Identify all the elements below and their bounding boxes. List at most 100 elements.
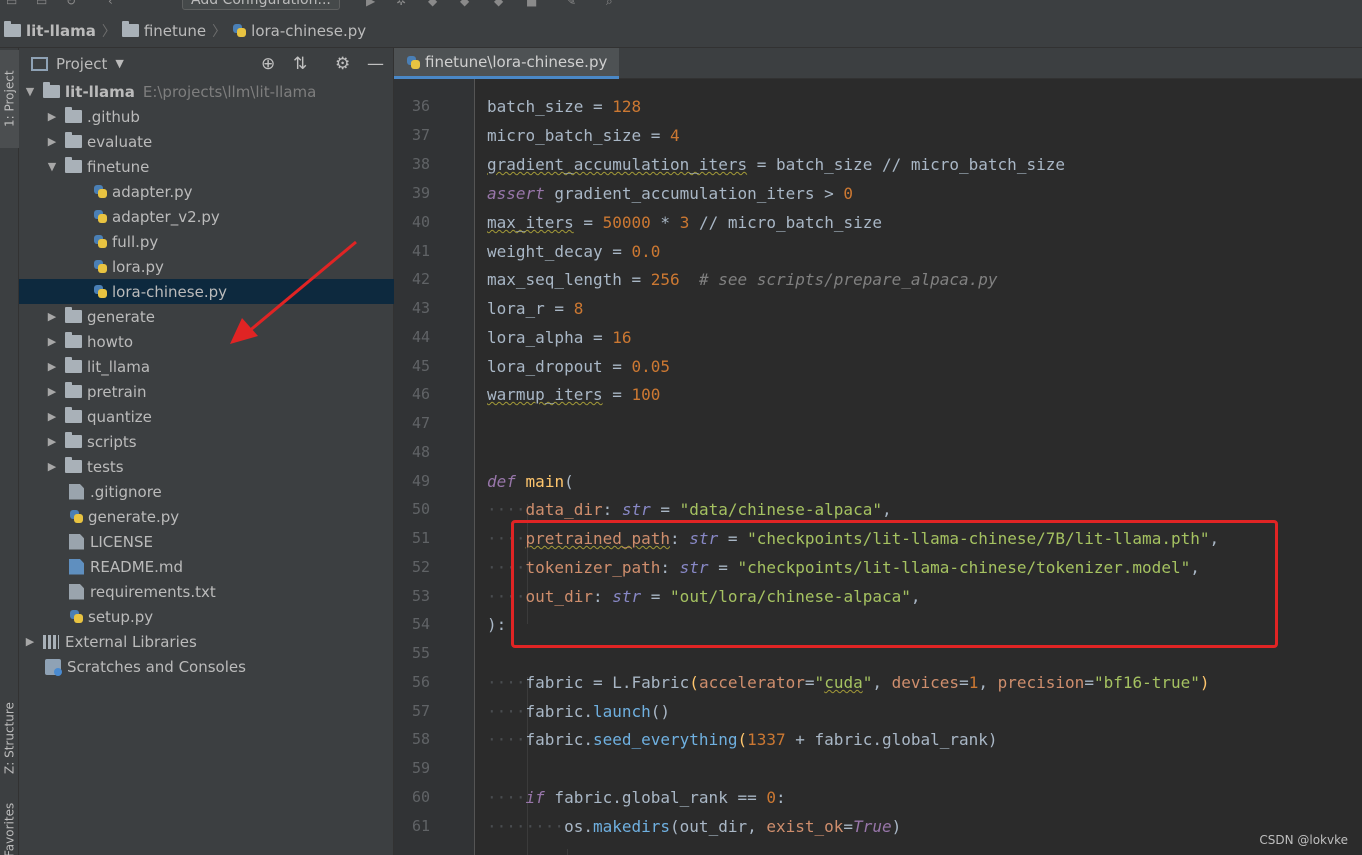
tree-item-label: howto <box>87 332 134 351</box>
tree-item[interactable]: ▶ evaluate <box>19 129 394 154</box>
tree-item-label: full.py <box>112 232 159 251</box>
collapse-all-icon[interactable]: ⇅ <box>293 54 307 74</box>
tree-root-path: E:\projects\llm\lit-llama <box>142 82 317 101</box>
code-token: str <box>621 500 651 519</box>
code-line: ····tokenizer_path: str = "checkpoints/l… <box>487 558 1200 577</box>
debug-icon[interactable]: ✲ <box>396 0 410 8</box>
code-token: 8 <box>573 299 584 318</box>
tree-item[interactable]: adapter_v2.py <box>19 204 394 229</box>
code-token: = <box>641 126 671 145</box>
chevron-right-icon[interactable]: ▶ <box>23 635 37 648</box>
tree-item[interactable]: ▶ lit_llama <box>19 354 394 379</box>
code-line: lora_dropout = 0.05 <box>487 357 670 376</box>
code-token: max_iters <box>487 213 574 232</box>
tree-item[interactable]: ▼ finetune <box>19 154 394 179</box>
breadcrumb-file[interactable]: lora-chinese.py <box>232 22 366 40</box>
tree-item[interactable]: .gitignore <box>19 479 394 504</box>
code-token: accelerator <box>698 673 805 692</box>
chevron-right-icon[interactable]: ▶ <box>45 385 59 398</box>
tree-item[interactable]: ▶ quantize <box>19 404 394 429</box>
tree-item[interactable]: requirements.txt <box>19 579 394 604</box>
coverage-icon[interactable]: ◆ <box>428 0 442 8</box>
code-line: max_seq_length = 256 # see scripts/prepa… <box>487 270 998 289</box>
code-token: , <box>910 587 921 606</box>
attach-icon[interactable]: ◆ <box>494 0 508 8</box>
python-file-icon <box>93 209 108 224</box>
folder-icon <box>65 332 82 348</box>
code-token: data_dir <box>525 500 603 519</box>
chevron-right-icon[interactable]: ▶ <box>45 335 59 348</box>
chevron-down-icon[interactable]: ▼ <box>23 85 37 98</box>
breadcrumb-folder[interactable]: finetune <box>121 21 206 40</box>
tree-item-label: setup.py <box>88 607 154 626</box>
editor-tab-active[interactable]: finetune\lora-chinese.py <box>394 48 620 79</box>
tree-item[interactable]: README.md <box>19 554 394 579</box>
tree-item[interactable]: ▶ scripts <box>19 429 394 454</box>
editor-tab-bar: finetune\lora-chinese.py <box>394 48 1362 79</box>
folder-icon <box>65 157 82 173</box>
code-token: = <box>650 500 680 519</box>
code-line: assert gradient_accumulation_iters > 0 <box>487 184 853 203</box>
project-panel-header: Project ▼ ⊕ ⇅ ⚙ — <box>19 48 393 79</box>
code-area[interactable]: 36 37 38 39 40 41 42 43 44 45 46 47 48 49 50 51 52 53 54 55… <box>394 79 1362 855</box>
chevron-down-icon[interactable]: ▼ <box>115 57 123 70</box>
tree-item-label: scripts <box>87 432 137 451</box>
code-line: warmup_iters = 100 <box>487 385 660 404</box>
project-view-selector[interactable]: Project <box>56 55 107 73</box>
project-tool-tab[interactable]: 1: Project <box>0 50 19 148</box>
tree-item[interactable]: generate.py <box>19 504 394 529</box>
tree-root[interactable]: ▼ lit-llama E:\projects\llm\lit-llama <box>19 79 394 104</box>
tree-item-selected[interactable]: lora-chinese.py <box>19 279 394 304</box>
profile-icon[interactable]: ◆ <box>460 0 474 8</box>
tree-item[interactable]: full.py <box>19 229 394 254</box>
run-icon[interactable]: ▶ <box>366 0 380 8</box>
chevron-right-icon[interactable]: ▶ <box>45 110 59 123</box>
code-token: precision <box>997 673 1085 692</box>
tree-item[interactable]: LICENSE <box>19 529 394 554</box>
structure-tool-tab[interactable]: Z: Structure <box>0 678 19 798</box>
wrench-icon[interactable]: ✎ <box>566 0 580 8</box>
tree-item[interactable]: ▶ generate <box>19 304 394 329</box>
tree-item[interactable]: ▶ pretrain <box>19 379 394 404</box>
code-token: = <box>573 213 603 232</box>
chevron-right-icon[interactable]: ▶ <box>45 135 59 148</box>
favorites-tool-tab[interactable]: Favorites <box>0 800 19 855</box>
project-view-icon <box>31 56 48 71</box>
code-token: 0 <box>843 184 854 203</box>
sync-icon[interactable]: ↻ <box>66 0 80 8</box>
code-token: 100 <box>631 385 661 404</box>
tree-item[interactable]: ▶ External Libraries <box>19 629 394 654</box>
tree-item[interactable]: ▶ howto <box>19 329 394 354</box>
tree-item[interactable]: setup.py <box>19 604 394 629</box>
tree-item[interactable]: adapter.py <box>19 179 394 204</box>
chevron-down-icon[interactable]: ▼ <box>45 160 59 173</box>
run-configuration-dropdown[interactable]: Add Configuration... <box>182 0 340 10</box>
save-icon[interactable]: ▭ <box>36 0 50 8</box>
tree-item-label: generate.py <box>88 507 180 526</box>
tree-item[interactable]: lora.py <box>19 254 394 279</box>
breadcrumb-project[interactable]: lit-llama <box>4 21 96 40</box>
chevron-right-icon[interactable]: ▶ <box>45 310 59 323</box>
tree-item[interactable]: ▶ .github <box>19 104 394 129</box>
back-icon[interactable]: ‹ <box>108 0 122 8</box>
code-line: ····if fabric.global_rank == 0: <box>487 788 786 807</box>
stop-icon[interactable]: ■ <box>526 0 540 8</box>
tree-item[interactable]: ▶ tests <box>19 454 394 479</box>
chevron-right-icon[interactable]: ▶ <box>45 410 59 423</box>
line-number: 43 <box>411 299 430 317</box>
hide-icon[interactable]: — <box>367 54 384 74</box>
chevron-right-icon[interactable]: ▶ <box>45 360 59 373</box>
breadcrumb: lit-llama 〉 finetune 〉 lora-chinese.py <box>0 14 1362 48</box>
gear-icon[interactable]: ⚙ <box>335 54 350 74</box>
code-token: batch_size <box>487 97 584 116</box>
chevron-right-icon[interactable]: ▶ <box>45 435 59 448</box>
search-icon[interactable]: ⌕ <box>606 0 620 8</box>
locate-icon[interactable]: ⊕ <box>261 54 275 74</box>
code-token: fabric. <box>525 702 593 721</box>
tree-item[interactable]: Scratches and Consoles <box>19 654 394 679</box>
code-token: = batch_size // micro_batch_size <box>747 155 1065 174</box>
chevron-right-icon[interactable]: ▶ <box>45 460 59 473</box>
open-icon[interactable]: ▭ <box>6 0 20 8</box>
code-token: ): <box>487 615 507 634</box>
python-file-icon <box>93 184 108 199</box>
